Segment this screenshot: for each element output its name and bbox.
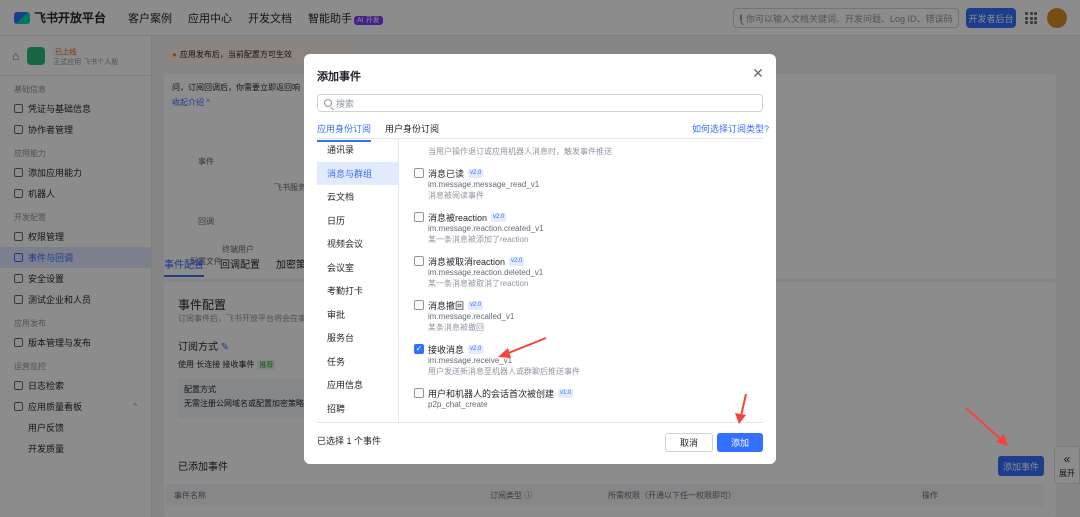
dialog-title: 添加事件 (317, 71, 361, 83)
category-messages[interactable]: 消息与群组 (317, 161, 398, 185)
category-list: 通讯录 消息与群组 云文档 日历 视频会议 会议室 考勤打卡 审批 服务台 任务… (317, 138, 399, 422)
category-tasks[interactable]: 任务 (317, 350, 398, 374)
event-desc: 消息被阅读事件 (428, 191, 484, 200)
event-desc: 某一条消息被添加了reaction (428, 235, 529, 244)
event-checkbox[interactable] (414, 388, 424, 398)
list-item: 消息被取消reaction v2.0 im.message.reaction.de… (414, 255, 766, 289)
selected-count: 已选择 1 个事件 (317, 436, 382, 446)
list-item: 消息已读 v2.0 im.message.message_read_v1 消息被阅… (414, 167, 766, 201)
annotation-arrow-icon (498, 337, 547, 358)
event-code: p2p_chat_create (428, 400, 488, 409)
how-to-choose-link[interactable]: 如何选择订阅类型? (692, 122, 769, 135)
list-item: 消息撤回 v2.0 im.message.recalled_v1 某条消息被撤回 (414, 299, 766, 333)
event-search-input[interactable]: 搜索 (317, 94, 763, 112)
event-checkbox-checked[interactable]: ✓ (414, 344, 424, 354)
version-badge: v2.0 (491, 212, 507, 222)
event-name: 消息被取消reaction (428, 256, 506, 267)
version-badge: v2.0 (468, 300, 484, 310)
category-attendance[interactable]: 考勤打卡 (317, 279, 398, 303)
version-badge: v1.0 (558, 388, 574, 398)
list-item: ✓ 接收消息 v2.0 im.message.receive_v1 用户发送新消息至… (414, 343, 766, 377)
event-checkbox[interactable] (414, 212, 424, 222)
divider (317, 422, 763, 423)
event-desc: 当用户操作退订或应用机器人消息时，触发事件推送 (428, 147, 612, 156)
version-badge: v2.0 (468, 168, 484, 178)
event-code: im.message.reaction.deleted_v1 (428, 268, 544, 277)
cancel-button[interactable]: 取消 (665, 433, 713, 452)
event-desc: 用户发送新消息至机器人或群聊后推送事件 (428, 367, 580, 376)
event-name: 消息已读 (428, 168, 465, 179)
annotation-arrow-icon (965, 407, 1008, 446)
add-button[interactable]: 添加 (717, 433, 763, 452)
event-checkbox[interactable] (414, 300, 424, 310)
category-video[interactable]: 视频会议 (317, 232, 398, 256)
add-event-dialog: 添加事件 ✕ 搜索 应用身份订阅 用户身份订阅 如何选择订阅类型? 通讯录 消息… (304, 54, 776, 464)
event-desc: 某条消息被撤回 (428, 323, 484, 332)
annotation-arrow-icon (735, 393, 747, 424)
version-badge: v2.0 (468, 344, 484, 354)
search-icon (324, 99, 332, 107)
event-name: 用户和机器人的会话首次被创建 (428, 388, 555, 399)
list-item: 消息被reaction v2.0 im.message.reaction.crea… (414, 211, 766, 245)
event-name: 消息撤回 (428, 300, 465, 311)
event-code: im.message.message_read_v1 (428, 180, 540, 189)
category-approval[interactable]: 审批 (317, 303, 398, 327)
event-name: 消息被reaction (428, 212, 488, 223)
category-app-info[interactable]: 应用信息 (317, 373, 398, 397)
category-contacts[interactable]: 通讯录 (317, 138, 398, 162)
close-icon[interactable]: ✕ (751, 66, 765, 80)
version-badge: v2.0 (509, 256, 525, 266)
event-code: im.message.recalled_v1 (428, 312, 515, 321)
category-hiring[interactable]: 招聘 (317, 397, 398, 421)
category-rooms[interactable]: 会议室 (317, 256, 398, 280)
event-checkbox[interactable] (414, 168, 424, 178)
event-code: im.message.receive_v1 (428, 356, 513, 365)
category-helpdesk[interactable]: 服务台 (317, 326, 398, 350)
category-docs[interactable]: 云文档 (317, 185, 398, 209)
category-calendar[interactable]: 日历 (317, 209, 398, 233)
event-checkbox[interactable] (414, 256, 424, 266)
event-desc: 某一条消息被取消了reaction (428, 279, 529, 288)
event-name: 接收消息 (428, 344, 465, 355)
event-list: 当用户操作退订或应用机器人消息时，触发事件推送 消息已读 v2.0 im.mess… (414, 144, 766, 419)
list-item: 用户和机器人的会话首次被创建 v1.0 p2p_chat_create (414, 387, 766, 410)
event-code: im.message.reaction.created_v1 (428, 224, 544, 233)
